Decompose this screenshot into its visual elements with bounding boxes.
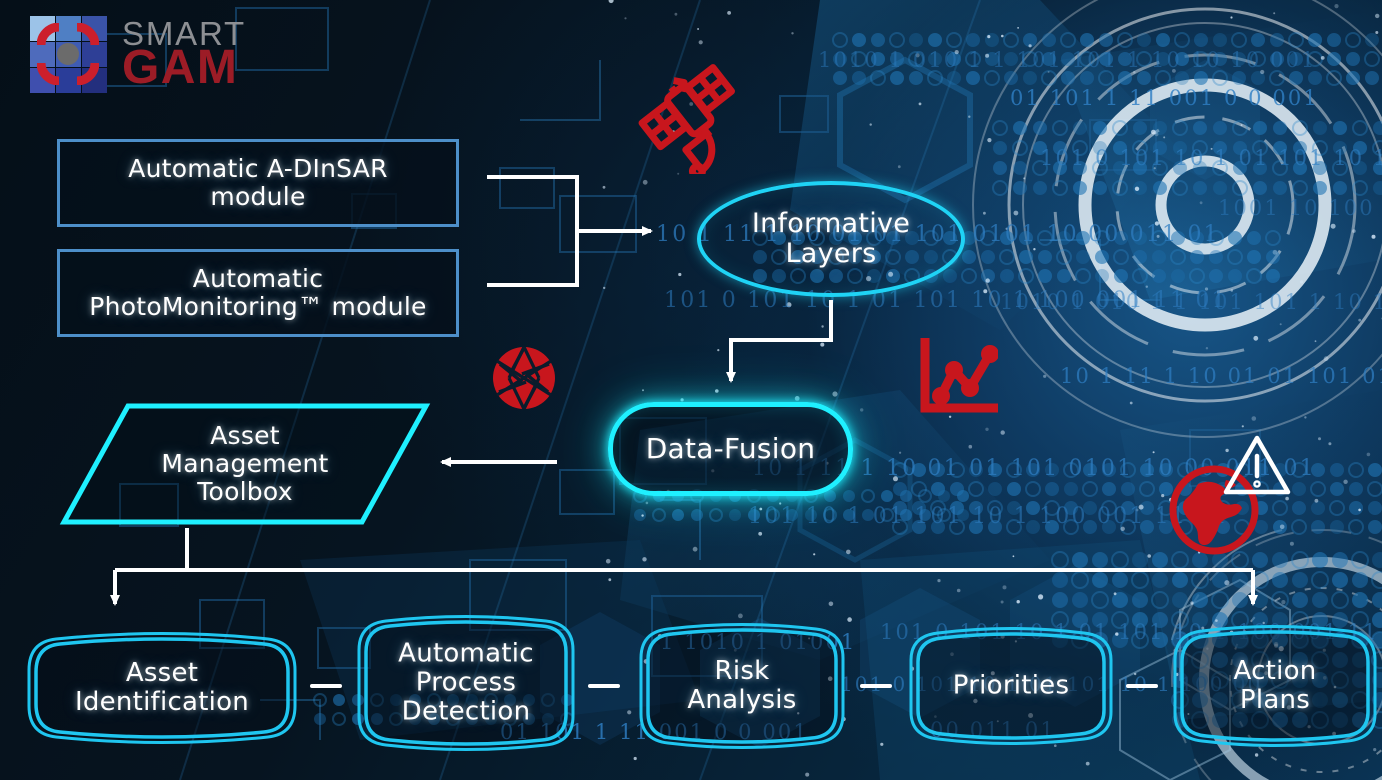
- connector-layers-to-fusion: [726, 300, 833, 383]
- pipeline-separator-4: [1126, 684, 1158, 688]
- warning-triangle-icon: [1223, 435, 1291, 495]
- pipeline-separator-1: [310, 684, 342, 688]
- node-label: Informative Layers: [751, 207, 911, 269]
- pipeline-separator-2: [588, 684, 620, 688]
- camera-aperture-icon: [493, 346, 555, 410]
- connector-modules-merge: [487, 175, 579, 287]
- node-priorities[interactable]: Priorities: [908, 627, 1114, 745]
- node-risk-analysis[interactable]: Risk Analysis: [638, 623, 846, 749]
- satellite-icon: [638, 64, 735, 174]
- node-action-plans[interactable]: Action Plans: [1172, 625, 1378, 747]
- node-label: Asset Identification: [74, 657, 250, 717]
- line-chart-icon: [920, 338, 998, 413]
- node-label: Automatic Process Detection: [398, 638, 534, 727]
- node-label: Automatic PhotoMonitoring™ module: [89, 264, 427, 321]
- node-label: Automatic A-DInSAR module: [128, 154, 388, 211]
- node-label: Action Plans: [1233, 655, 1317, 715]
- node-label: Data-Fusion: [645, 432, 816, 466]
- connector-toolbox-bus: [185, 528, 1253, 572]
- node-label: Asset Management Toolbox: [161, 421, 329, 506]
- node-label: Priorities: [952, 670, 1070, 701]
- node-label: Risk Analysis: [687, 655, 797, 715]
- diagram-canvas: 1010 1 010 1 1 101 101 1 10 10 10 001 10 …: [0, 0, 1382, 780]
- pipeline-separator-3: [860, 684, 892, 688]
- node-automatic-process-detection[interactable]: Automatic Process Detection: [356, 615, 576, 751]
- node-asset-identification[interactable]: Asset Identification: [26, 632, 298, 744]
